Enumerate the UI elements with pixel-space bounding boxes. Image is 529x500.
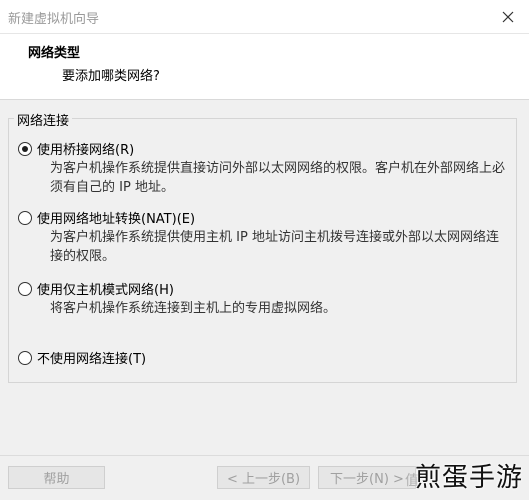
close-icon (502, 11, 514, 22)
option-nat-description: 为客户机操作系统提供使用主机 IP 地址访问主机拨号连接或外部以太网网络连接的权… (50, 230, 499, 264)
group-legend: 网络连接 (14, 110, 73, 129)
network-connection-group: 网络连接 使用桥接网络(R) 为客户机操作系统提供直接访问外部以太网网络的权限。… (8, 110, 517, 383)
radio-nat[interactable] (18, 211, 32, 225)
wizard-header: 网络类型 要添加哪类网络? (0, 34, 529, 100)
help-button[interactable]: 帮助 (8, 466, 105, 489)
title-bar: 新建虚拟机向导 (0, 0, 529, 34)
option-no-network-label[interactable]: 不使用网络连接(T) (37, 348, 146, 367)
page-subtitle: 要添加哪类网络? (62, 69, 160, 84)
back-button[interactable]: < 上一步(B) (217, 466, 310, 489)
option-nat-label[interactable]: 使用网络地址转换(NAT)(E) (37, 208, 195, 227)
footer-separator (0, 455, 529, 456)
watermark: 煎蛋手游 (414, 463, 523, 493)
page-title: 网络类型 (28, 46, 81, 61)
next-button[interactable]: 下一步(N) > (318, 466, 416, 489)
radio-bridged[interactable] (18, 142, 32, 156)
option-host-only-label[interactable]: 使用仅主机模式网络(H) (37, 279, 174, 298)
option-bridged-label[interactable]: 使用桥接网络(R) (37, 139, 134, 158)
option-host-only-description: 将客户机操作系统连接到主机上的专用虚拟网络。 (50, 301, 337, 316)
close-button[interactable] (487, 0, 529, 33)
radio-host-only[interactable] (18, 282, 32, 296)
radio-no-network[interactable] (18, 351, 32, 365)
window-title: 新建虚拟机向导 (8, 12, 100, 27)
option-bridged-description: 为客户机操作系统提供直接访问外部以太网网络的权限。客户机在外部网络上必须有自己的… (50, 161, 506, 195)
